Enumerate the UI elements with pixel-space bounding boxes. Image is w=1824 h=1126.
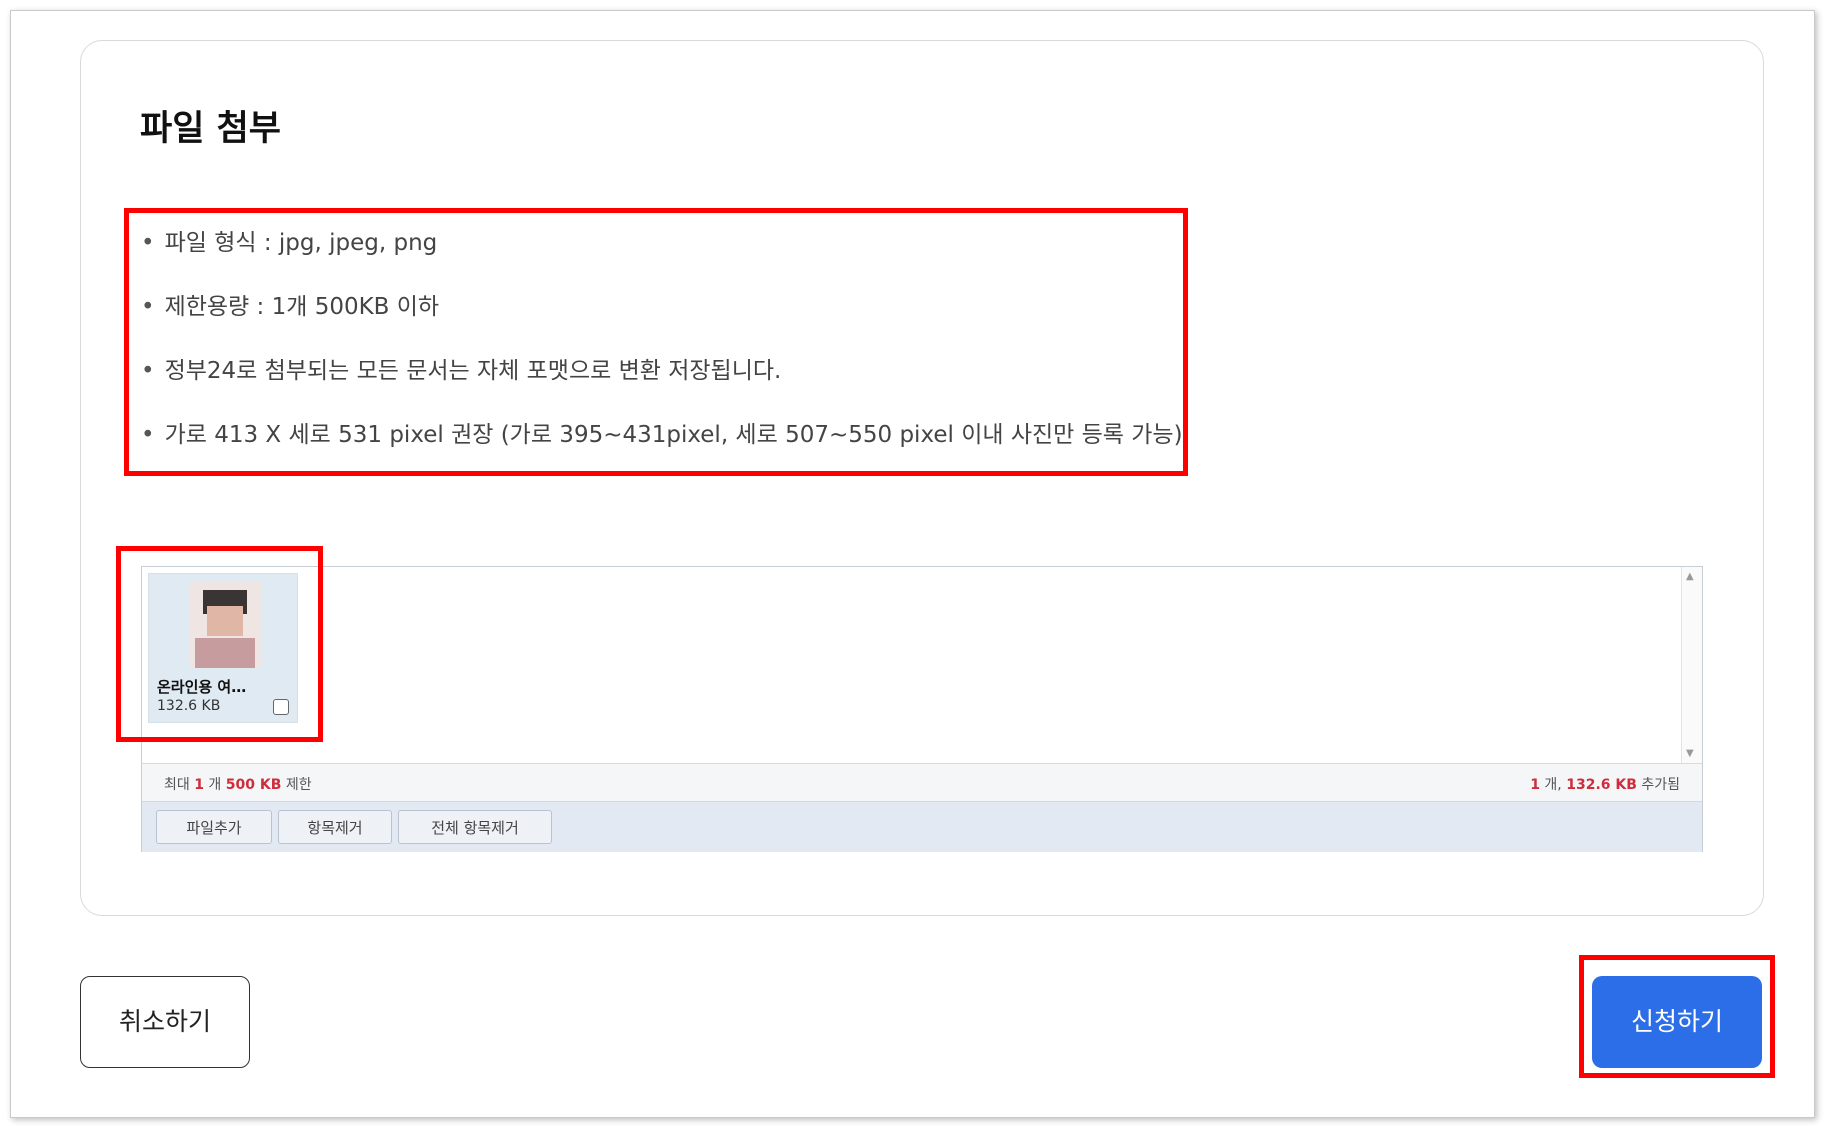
- bullet-icon: •: [141, 294, 155, 320]
- scroll-up-icon[interactable]: ▲: [1686, 571, 1694, 582]
- file-guide-box: • 파일 형식 : jpg, jpeg, png • 제한용량 : 1개 500KB…: [124, 208, 1188, 476]
- file-list-scrollbar[interactable]: ▲ ▼: [1681, 567, 1702, 763]
- scroll-down-icon[interactable]: ▼: [1686, 748, 1694, 759]
- guide-item-format: • 파일 형식 : jpg, jpeg, png: [141, 230, 438, 256]
- remove-item-button[interactable]: 항목제거: [278, 810, 392, 844]
- bullet-icon: •: [141, 358, 155, 384]
- upload-info-bar: 최대 1 개 500 KB 제한 1 개, 132.6 KB 추가됨: [142, 763, 1702, 802]
- guide-item-conversion: • 정부24로 첨부되는 모든 문서는 자체 포맷으로 변환 저장됩니다.: [141, 358, 782, 384]
- guide-item-size-limit: • 제한용량 : 1개 500KB 이하: [141, 294, 440, 320]
- file-list-area[interactable]: 온라인용 여… 132.6 KB ▲ ▼: [142, 567, 1702, 763]
- guide-item-dimensions: • 가로 413 X 세로 531 pixel 권장 (가로 395~431pix…: [141, 422, 1183, 448]
- thumbnail-highlight-box: [116, 546, 323, 742]
- cancel-button[interactable]: 취소하기: [80, 976, 250, 1068]
- submit-highlight-box: [1579, 955, 1775, 1078]
- add-file-button[interactable]: 파일추가: [156, 810, 272, 844]
- uploader-button-bar: 파일추가 항목제거 전체 항목제거: [142, 801, 1702, 852]
- upload-status-text: 1 개, 132.6 KB 추가됨: [1530, 777, 1680, 793]
- bullet-icon: •: [141, 230, 155, 256]
- file-uploader: 온라인용 여… 132.6 KB ▲ ▼ 최대 1 개 500 KB 제한 1 …: [141, 566, 1703, 852]
- remove-all-button[interactable]: 전체 항목제거: [398, 810, 552, 844]
- bullet-icon: •: [141, 422, 155, 448]
- section-title: 파일 첨부: [140, 109, 281, 149]
- upload-limit-text: 최대 1 개 500 KB 제한: [164, 777, 312, 793]
